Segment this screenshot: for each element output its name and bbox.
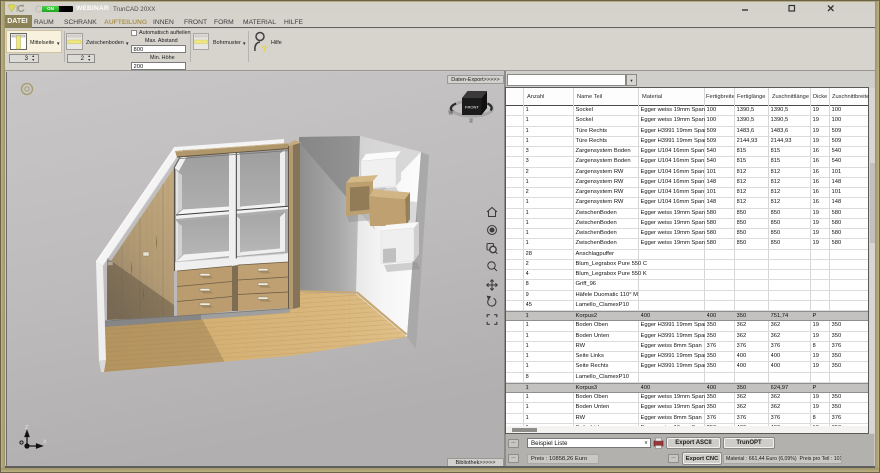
svg-text:?: ? [262, 44, 268, 53]
svg-text:X: X [43, 440, 47, 446]
svg-text:W: W [449, 111, 454, 117]
svg-text:FRONT: FRONT [465, 105, 479, 110]
